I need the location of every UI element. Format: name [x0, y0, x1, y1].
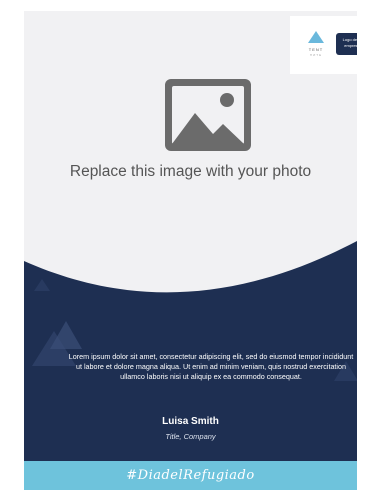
image-placeholder-icon — [165, 79, 251, 151]
logo-area[interactable]: TENT ПИТЕ Logo de la empresa — [290, 16, 357, 74]
hashtag-band: #DiadelRefugiado — [24, 461, 357, 490]
logo-subtitle: ПИТЕ — [309, 53, 323, 57]
poster: Replace this image with your photo TENT … — [24, 11, 357, 490]
logo-triangle-icon — [308, 31, 324, 43]
body-text: Lorem ipsum dolor sit amet, consectetur … — [68, 352, 354, 382]
photo-caption: Replace this image with your photo — [69, 163, 312, 180]
person-title: Title, Company — [165, 432, 216, 441]
navy-wave-background — [24, 241, 357, 461]
hashtag-text: #DiadelRefugiado — [126, 468, 255, 483]
company-logo-badge: Logo de la empresa — [336, 33, 357, 55]
logo-name: TENT — [308, 47, 324, 52]
person-name: Luisa Smith — [162, 416, 219, 427]
